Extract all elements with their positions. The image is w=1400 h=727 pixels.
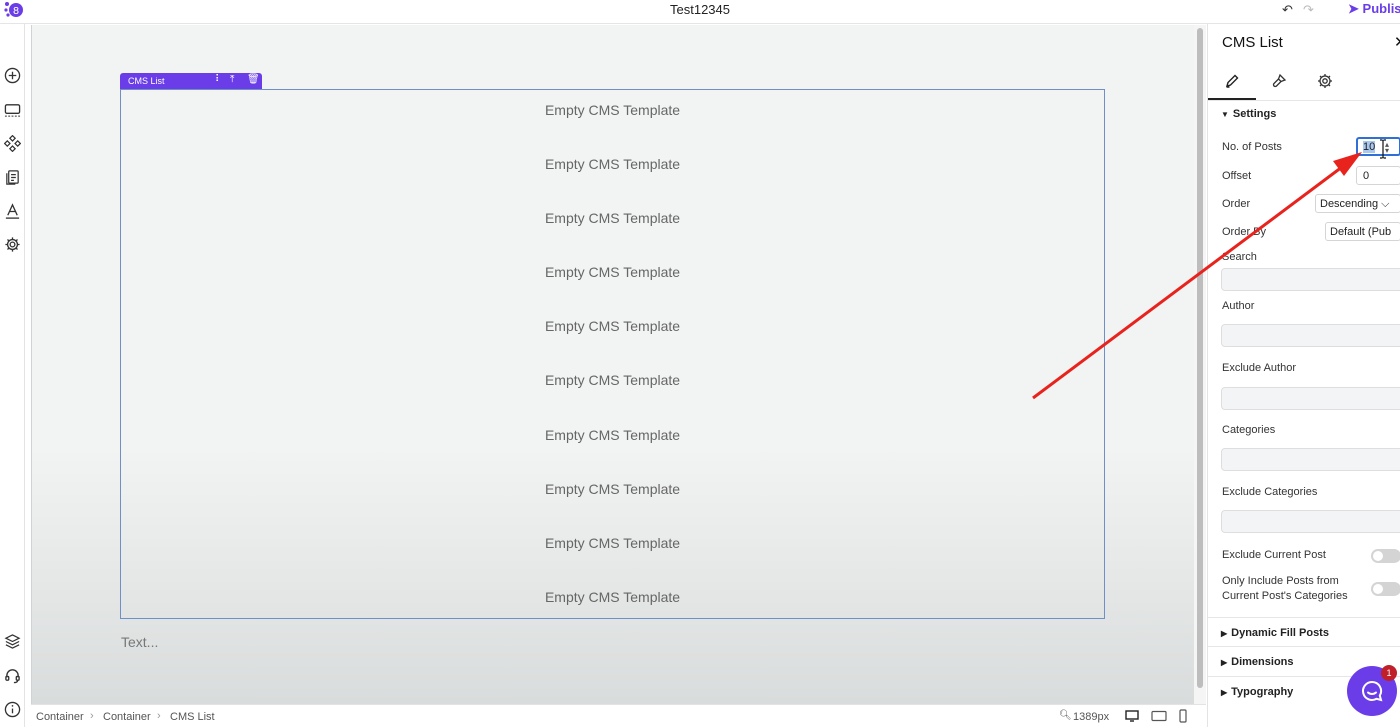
support-icon[interactable] — [3, 666, 21, 684]
cms-template-item[interactable]: Empty CMS Template — [121, 372, 1104, 388]
only-include-label-line2: Current Post's Categories — [1222, 590, 1348, 602]
style-tab-brush-icon[interactable] — [1268, 70, 1290, 92]
order-select[interactable]: Descending ⌵ — [1315, 194, 1400, 213]
section-divider — [1208, 617, 1400, 618]
only-include-toggle[interactable] — [1371, 582, 1400, 596]
design-canvas[interactable]: CMS List ⠇ ⤒ 🗑 Empty CMS Template Empty … — [31, 25, 1194, 704]
redo-icon[interactable]: ↷ — [1303, 2, 1314, 18]
search-field[interactable] — [1221, 268, 1400, 291]
add-icon[interactable] — [3, 66, 21, 84]
dynamic-fill-section-toggle[interactable]: ▶ Dynamic Fill Posts — [1221, 627, 1329, 639]
breadcrumb-container-1[interactable]: Container — [36, 711, 84, 723]
section-divider — [1208, 646, 1400, 647]
chat-icon — [1362, 680, 1383, 702]
only-include-label-line1: Only Include Posts from — [1222, 575, 1339, 587]
author-field[interactable] — [1221, 324, 1400, 347]
pages-icon[interactable] — [3, 168, 21, 186]
search-label: Search — [1222, 251, 1257, 263]
zoom-icon: 🔍︎ — [1059, 710, 1072, 721]
cms-template-item[interactable]: Empty CMS Template — [121, 102, 1104, 118]
components-icon[interactable] — [3, 134, 21, 152]
select-parent-icon[interactable]: ⤒ — [230, 74, 234, 85]
breadcrumb-chevron-icon: › — [90, 710, 94, 722]
document-title: Test12345 — [670, 2, 730, 17]
typography-section-toggle[interactable]: ▶ Typography — [1221, 686, 1293, 698]
breadcrumb-container-2[interactable]: Container — [103, 711, 151, 723]
mobile-icon[interactable] — [1178, 709, 1188, 726]
rocket-icon: ➤ — [1348, 1, 1359, 16]
caret-right-icon: ▶ — [1221, 629, 1228, 638]
offset-label: Offset — [1222, 170, 1252, 182]
info-icon[interactable] — [3, 700, 21, 718]
caret-down-icon: ▼ — [1221, 110, 1229, 119]
cms-template-item[interactable]: Empty CMS Template — [121, 535, 1104, 551]
dynamic-fill-heading: Dynamic Fill Posts — [1231, 627, 1329, 639]
close-icon[interactable]: ✕ — [1394, 33, 1400, 51]
order-by-select[interactable]: Default (Pub — [1325, 222, 1400, 241]
status-bar: Container › Container › CMS List 🔍︎ 1389… — [31, 704, 1206, 727]
order-select-value: Descending — [1320, 198, 1379, 210]
caret-right-icon: ▶ — [1221, 688, 1228, 697]
edit-tab-pencil-icon[interactable] — [1221, 70, 1243, 92]
exclude-current-post-label: Exclude Current Post — [1222, 549, 1326, 561]
exclude-author-label: Exclude Author — [1222, 362, 1296, 374]
author-label: Author — [1222, 300, 1255, 312]
publish-button[interactable]: ➤ Publis — [1348, 1, 1400, 17]
settings-tab-gear-icon[interactable] — [1314, 70, 1336, 92]
categories-field[interactable] — [1221, 448, 1400, 471]
section-icon[interactable] — [3, 100, 21, 118]
layers-icon[interactable] — [3, 632, 21, 650]
breadcrumb-chevron-icon: › — [157, 710, 161, 722]
left-toolbar — [0, 24, 25, 727]
tab-divider — [1208, 100, 1400, 101]
settings-icon[interactable] — [3, 235, 21, 253]
exclude-categories-field[interactable] — [1221, 510, 1400, 533]
settings-heading: Settings — [1232, 108, 1277, 120]
exclude-author-field[interactable] — [1221, 387, 1400, 410]
panel-title: CMS List — [1222, 34, 1283, 51]
cms-template-item[interactable]: Empty CMS Template — [121, 264, 1104, 280]
offset-input[interactable]: 0 — [1356, 166, 1400, 185]
typography-icon[interactable] — [3, 202, 21, 220]
exclude-categories-label: Exclude Categories — [1222, 486, 1318, 498]
drag-handle-icon[interactable]: ⠇ — [215, 74, 222, 85]
text-cursor-icon — [1380, 139, 1386, 159]
delete-icon[interactable]: 🗑 — [247, 74, 260, 85]
cms-template-item[interactable]: Empty CMS Template — [121, 427, 1104, 443]
desktop-icon[interactable] — [1125, 709, 1139, 726]
typography-heading: Typography — [1231, 686, 1294, 698]
categories-label: Categories — [1222, 424, 1276, 436]
no-of-posts-value: 10 — [1363, 141, 1376, 153]
cms-template-item[interactable]: Empty CMS Template — [121, 156, 1104, 172]
cms-list-tag-label: CMS List — [128, 76, 165, 86]
offset-value: 0 — [1363, 170, 1370, 182]
cms-template-item[interactable]: Empty CMS Template — [121, 589, 1104, 605]
undo-icon[interactable]: ↶ — [1282, 2, 1293, 18]
caret-right-icon: ▶ — [1221, 658, 1228, 667]
cms-template-item[interactable]: Empty CMS Template — [121, 481, 1104, 497]
breadcrumb-cms-list[interactable]: CMS List — [170, 711, 215, 723]
text-element[interactable]: Text... — [121, 634, 158, 650]
dimensions-heading: Dimensions — [1231, 656, 1294, 668]
no-of-posts-label: No. of Posts — [1222, 141, 1282, 153]
order-by-select-value: Default (Pub — [1330, 226, 1392, 238]
canvas-width-value: 1389px — [1073, 711, 1110, 723]
cms-list-container[interactable]: Empty CMS Template Empty CMS Template Em… — [120, 89, 1105, 619]
chevron-down-icon: ⌵ — [1381, 198, 1390, 210]
cms-template-item[interactable]: Empty CMS Template — [121, 318, 1104, 334]
dimensions-section-toggle[interactable]: ▶ Dimensions — [1221, 656, 1294, 668]
canvas-scrollbar-thumb[interactable] — [1197, 28, 1203, 688]
order-by-label: Order By — [1222, 226, 1267, 238]
cms-list-tag[interactable]: CMS List ⠇ ⤒ 🗑 — [120, 73, 262, 90]
properties-panel: CMS List ✕ ▼Settings No. of Posts 10 Off… — [1207, 24, 1400, 727]
tablet-icon[interactable] — [1151, 709, 1167, 726]
settings-section-toggle[interactable]: ▼ Settings — [1221, 108, 1276, 120]
order-label: Order — [1222, 198, 1251, 210]
notification-badge: 1 — [1381, 665, 1397, 681]
cms-template-item[interactable]: Empty CMS Template — [121, 210, 1104, 226]
exclude-current-post-toggle[interactable] — [1371, 549, 1400, 563]
top-bar: 8 Test12345 ↶ ↷ ➤ Publis — [0, 0, 1400, 24]
publish-label: Publis — [1362, 1, 1400, 16]
